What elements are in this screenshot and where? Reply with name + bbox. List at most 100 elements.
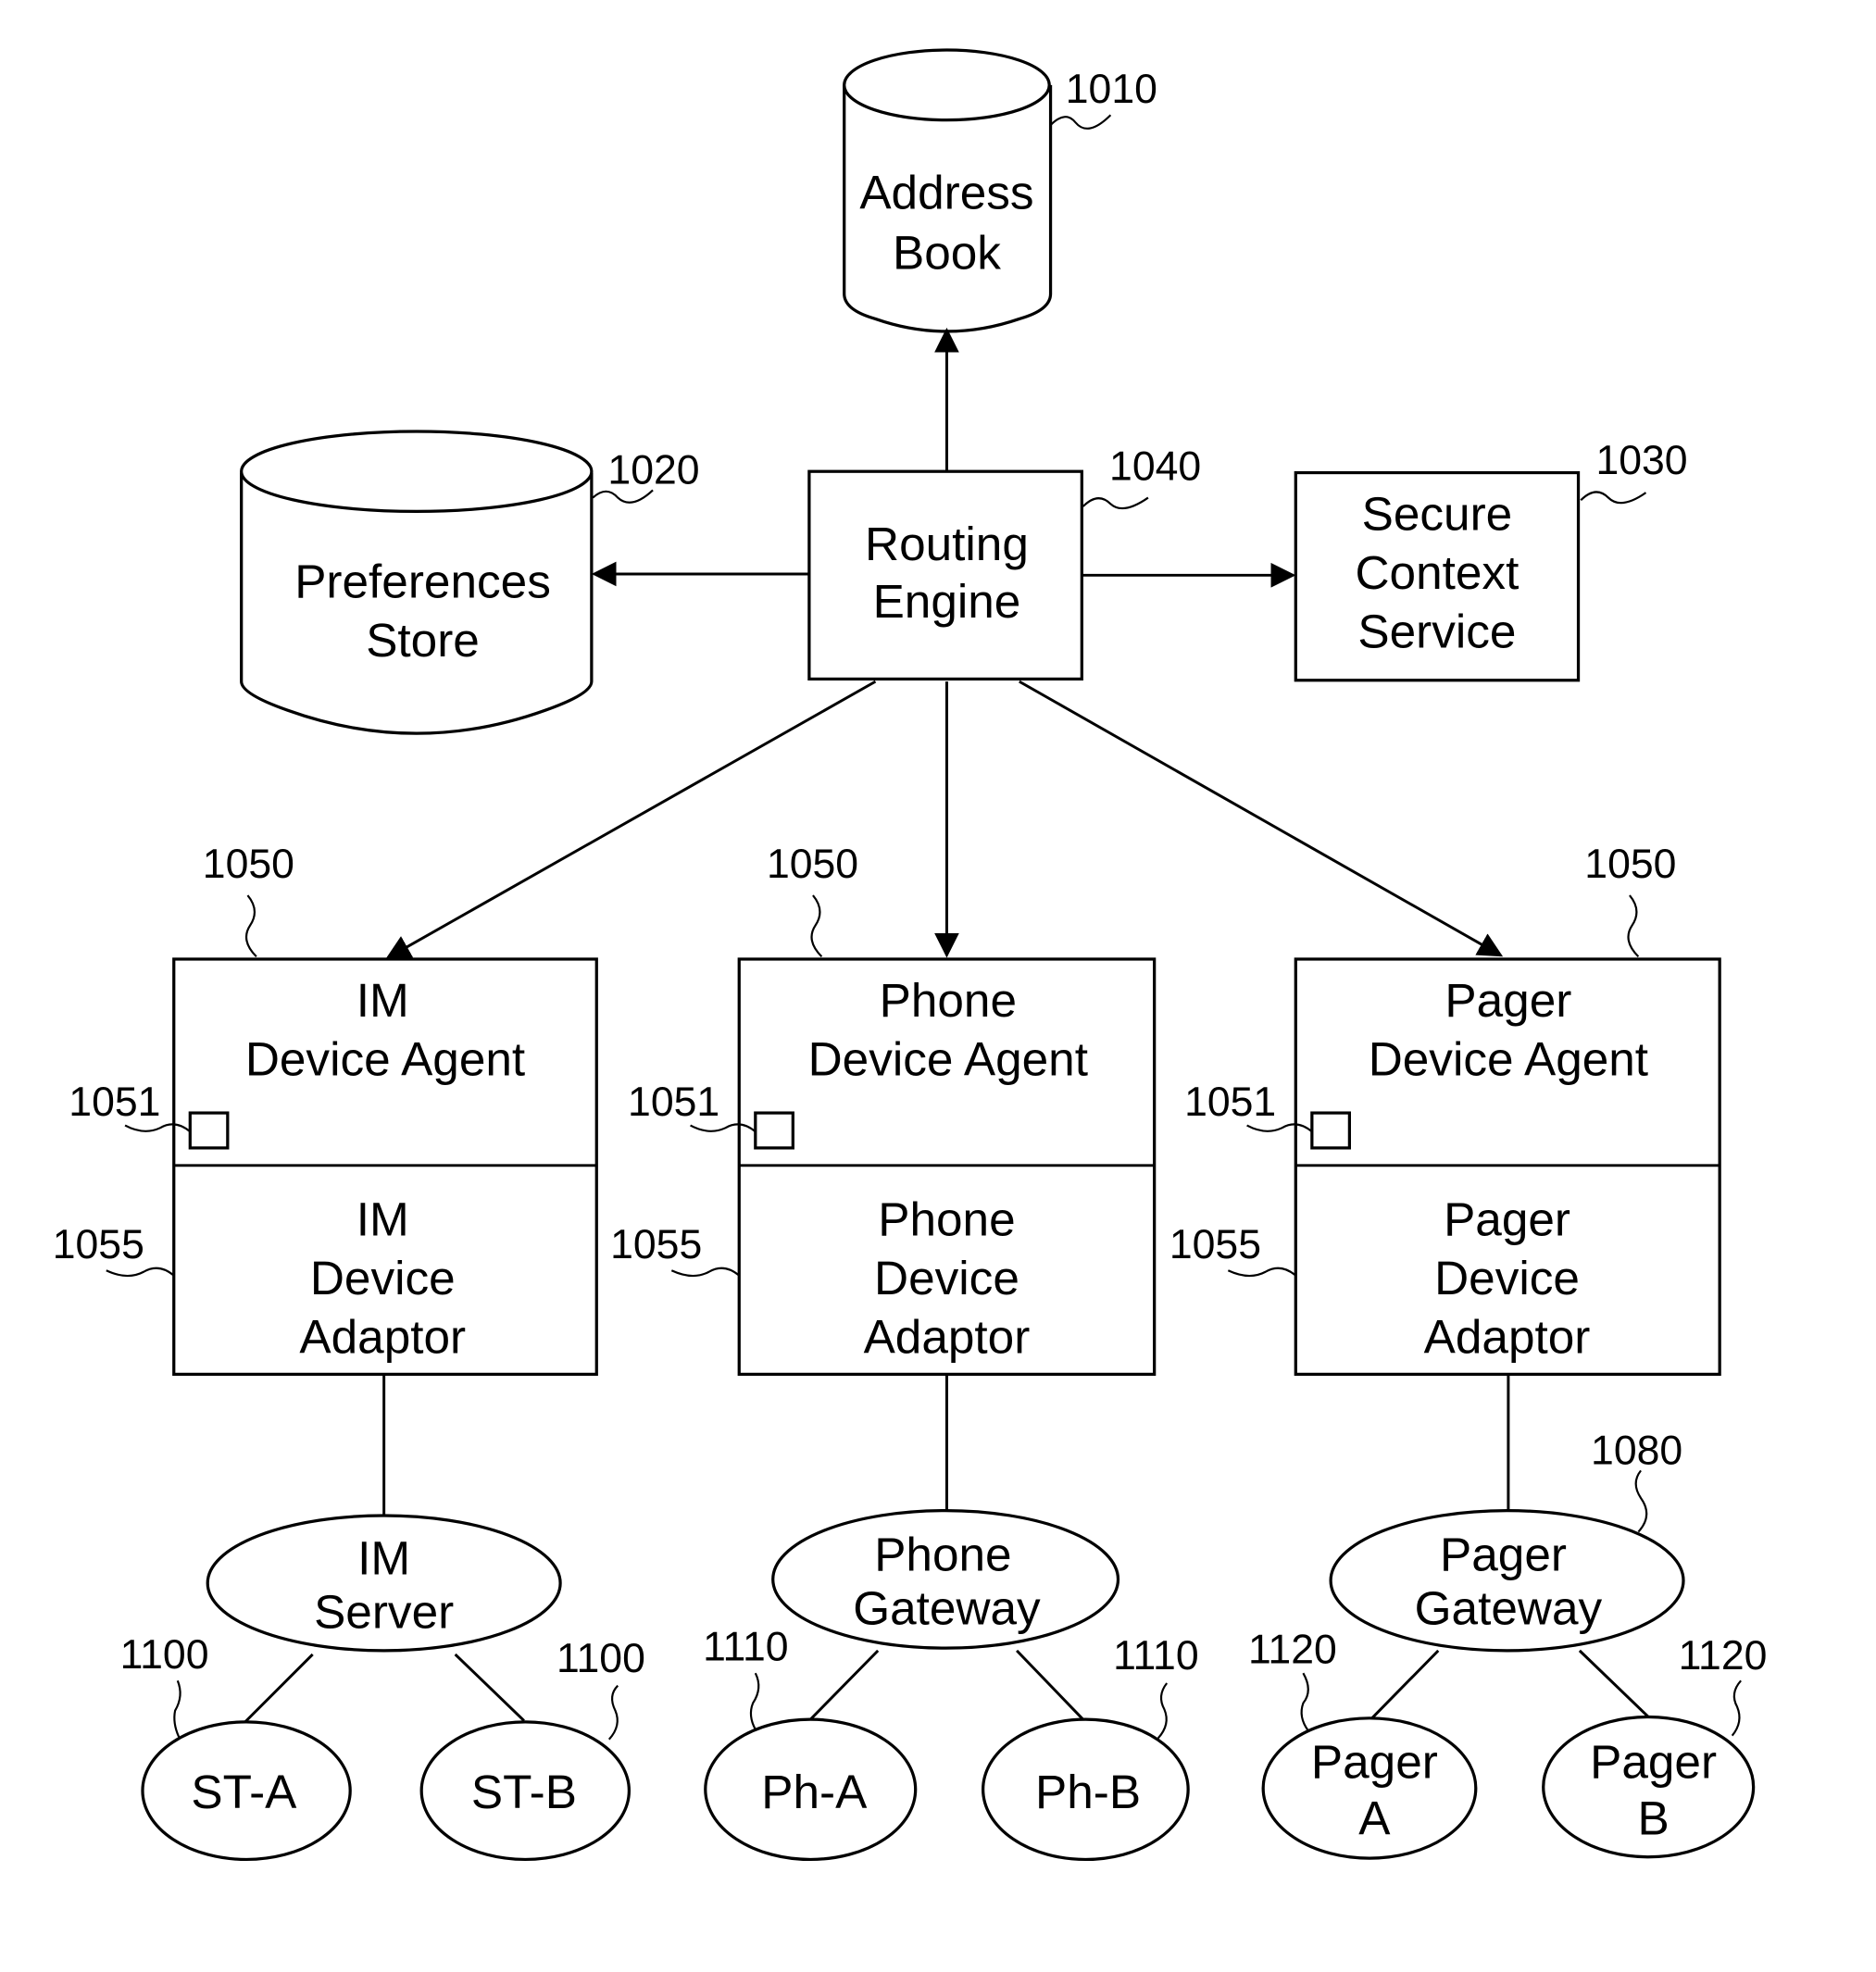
pager-agent-label-line2: Device Agent (1369, 1033, 1648, 1086)
ref-pager-1055: 1055 (1169, 1222, 1261, 1267)
address-book-label-line2: Book (893, 226, 1001, 279)
ref-1010: 1010 (1066, 67, 1157, 112)
leader-pager-b-1120 (1731, 1679, 1742, 1737)
im-server-node: IM Server (206, 1514, 562, 1653)
device-pager-b-label-line2: B (1637, 1791, 1669, 1844)
address-book-database: Address Book (843, 48, 1053, 333)
leader-1010 (1049, 114, 1112, 130)
leader-phone-1055 (670, 1267, 740, 1278)
ref-pager-a-1120: 1120 (1248, 1627, 1337, 1672)
im-adaptor-label-line1: IM (356, 1192, 409, 1245)
im-agent-label-line2: Device Agent (245, 1033, 525, 1086)
leader-1040 (1082, 496, 1149, 510)
im-agent-label-line1: IM (356, 974, 409, 1027)
phone-gateway-node: Phone Gateway (771, 1508, 1120, 1650)
leader-ph-b-1110 (1157, 1682, 1169, 1740)
pager-agent-label-line1: Pager (1445, 974, 1571, 1027)
ref-1040: 1040 (1109, 444, 1201, 490)
im-adaptor-label-line3: Adaptor (299, 1310, 466, 1363)
link-phone-ph-a (809, 1649, 880, 1721)
leader-ph-a-1110 (749, 1672, 760, 1730)
arrow-to-pager-agent (1019, 680, 1504, 957)
ref-pager-1050: 1050 (1584, 842, 1676, 887)
pager-adaptor-label-line3: Adaptor (1424, 1310, 1591, 1363)
leader-im-1055 (106, 1267, 175, 1278)
link-im-st-b (454, 1653, 525, 1722)
pager-adaptor-label-line1: Pager (1444, 1192, 1570, 1245)
preferences-store-database: Preferences Store (240, 430, 594, 735)
routing-architecture-diagram: Address Book 1010 Preferences Store 1020… (53, 48, 1768, 1862)
ref-1080: 1080 (1591, 1429, 1682, 1474)
device-ph-a-label: Ph-A (761, 1766, 868, 1818)
ref-ph-b-1110: 1110 (1113, 1633, 1199, 1679)
im-server-label-line2: Server (314, 1586, 454, 1639)
leader-pager-a-1120 (1300, 1672, 1309, 1731)
device-ph-b-label: Ph-B (1035, 1766, 1141, 1818)
secure-context-label-line1: Secure (1362, 488, 1513, 541)
phone-agent-slot (754, 1111, 794, 1150)
preferences-store-label-line2: Store (366, 614, 480, 667)
leader-st-a-1100 (173, 1679, 181, 1738)
leader-1030 (1580, 491, 1647, 505)
device-pager-b: Pager B (1542, 1715, 1756, 1859)
phone-agent-adaptor-stack: Phone Device Agent Phone Device Adaptor (737, 957, 1157, 1377)
routing-engine-label-line1: Routing (865, 518, 1029, 570)
device-ph-b: Ph-B (982, 1717, 1190, 1862)
ref-phone-1050: 1050 (767, 842, 858, 887)
link-pager-a (1370, 1649, 1440, 1719)
pager-gateway-label-line1: Pager (1440, 1528, 1567, 1580)
device-st-b: ST-B (419, 1720, 632, 1862)
link-im-st-a (244, 1653, 314, 1723)
ref-phone-1051: 1051 (628, 1080, 719, 1125)
address-book-label-line1: Address (859, 167, 1033, 219)
im-server-label-line1: IM (357, 1531, 410, 1584)
routing-engine-box: Routing Engine (807, 469, 1083, 681)
routing-engine-label-line2: Engine (873, 575, 1021, 628)
pager-agent-adaptor-stack: Pager Device Agent Pager Device Adaptor (1294, 957, 1721, 1377)
ref-ph-a-1110: 1110 (703, 1625, 789, 1670)
im-adaptor-label-line2: Device (310, 1252, 456, 1304)
ref-im-1055: 1055 (53, 1222, 144, 1267)
ref-st-a-1100: 1100 (120, 1632, 209, 1678)
device-ph-a: Ph-A (704, 1717, 918, 1862)
link-phone-ph-b (1016, 1649, 1084, 1721)
leader-1080 (1634, 1469, 1648, 1533)
device-pager-a: Pager A (1261, 1716, 1478, 1860)
ref-im-1050: 1050 (203, 842, 294, 887)
secure-context-label-line3: Service (1357, 605, 1516, 658)
leader-im-1050 (244, 894, 257, 958)
ref-st-b-1100: 1100 (557, 1636, 645, 1681)
device-st-a-label: ST-A (191, 1766, 297, 1818)
link-pager-b (1578, 1649, 1650, 1718)
ref-pager-1051: 1051 (1184, 1080, 1276, 1125)
phone-gateway-label-line2: Gateway (853, 1582, 1041, 1635)
im-agent-adaptor-stack: IM Device Agent IM Device Adaptor (172, 957, 598, 1377)
phone-adaptor-label-line3: Adaptor (864, 1310, 1031, 1363)
phone-adaptor-label-line2: Device (874, 1252, 1019, 1304)
leader-phone-1050 (810, 894, 823, 958)
leader-st-b-1100 (607, 1684, 619, 1741)
device-st-a: ST-A (141, 1720, 352, 1862)
pager-adaptor-label-line2: Device (1434, 1252, 1580, 1304)
secure-context-label-line2: Context (1355, 546, 1519, 599)
device-pager-b-label-line1: Pager (1590, 1736, 1717, 1789)
ref-1030: 1030 (1595, 438, 1687, 483)
leader-pager-1050 (1627, 894, 1640, 958)
ref-phone-1055: 1055 (610, 1222, 702, 1267)
im-agent-slot (188, 1111, 230, 1150)
device-pager-a-label-line1: Pager (1311, 1736, 1438, 1789)
ref-pager-b-1120: 1120 (1679, 1633, 1768, 1679)
pager-agent-slot (1310, 1111, 1351, 1150)
ref-1020: 1020 (607, 448, 699, 493)
phone-gateway-label-line1: Phone (874, 1528, 1011, 1580)
leader-pager-1055 (1227, 1267, 1296, 1278)
pager-gateway-label-line2: Gateway (1415, 1582, 1603, 1635)
phone-agent-label-line1: Phone (880, 974, 1017, 1027)
pager-gateway-node: Pager Gateway (1329, 1508, 1685, 1653)
device-pager-a-label-line2: A (1358, 1791, 1391, 1844)
ref-im-1051: 1051 (69, 1080, 160, 1125)
device-st-b-label: ST-B (471, 1766, 577, 1818)
phone-adaptor-label-line1: Phone (878, 1192, 1015, 1245)
phone-agent-label-line2: Device Agent (808, 1033, 1088, 1086)
secure-context-service-box: Secure Context Service (1294, 470, 1581, 682)
